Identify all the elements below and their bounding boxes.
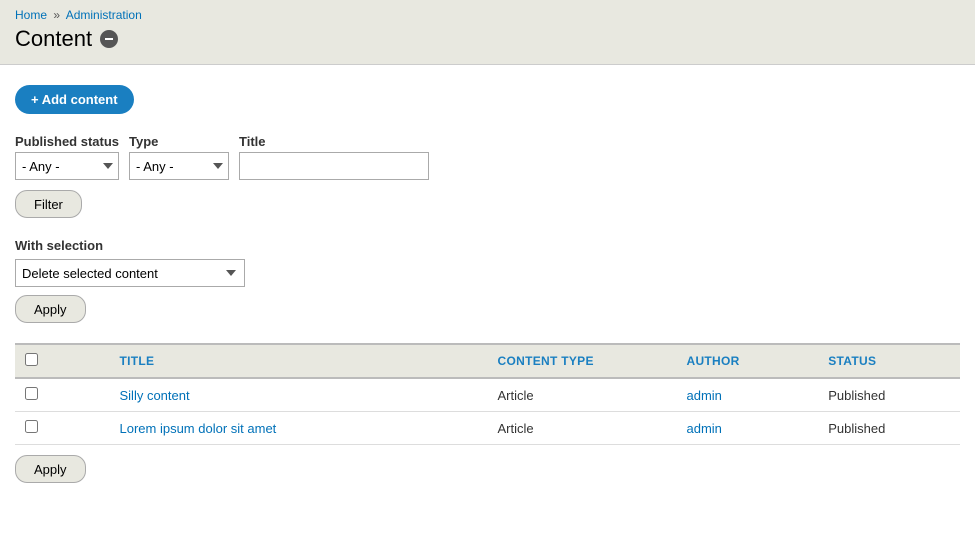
row-checkbox-1[interactable] (25, 420, 38, 433)
row-title-cell: Lorem ipsum dolor sit amet (110, 412, 488, 445)
header-area: Home » Administration Content (0, 0, 975, 65)
header-title-col[interactable]: Title (110, 344, 488, 378)
type-group: Type - Any - Article Page (129, 134, 229, 180)
title-input[interactable] (239, 152, 429, 180)
row-author-cell: admin (677, 378, 819, 412)
breadcrumb-home-link[interactable]: Home (15, 8, 47, 22)
row-author-cell: admin (677, 412, 819, 445)
row-checkbox-0[interactable] (25, 387, 38, 400)
with-selection-label: With selection (15, 238, 960, 253)
breadcrumb-sep: » (53, 8, 60, 22)
header-checkbox[interactable] (25, 353, 38, 366)
table-header-row: Title Content Type Author Status (15, 344, 960, 378)
content-link-1[interactable]: Lorem ipsum dolor sit amet (120, 421, 277, 436)
header-title-label: Title (120, 354, 155, 368)
author-link-1[interactable]: admin (687, 421, 722, 436)
row-type-cell: Article (488, 412, 677, 445)
apply-button-bottom[interactable]: Apply (15, 455, 86, 483)
header-author-col: Author (677, 344, 819, 378)
content-link-0[interactable]: Silly content (120, 388, 190, 403)
row-check-cell (15, 412, 110, 445)
page-title: Content (15, 26, 92, 52)
page-title-container: Content (15, 26, 960, 52)
title-label: Title (239, 134, 429, 149)
table-row: Lorem ipsum dolor sit amet Article admin Pu… (15, 412, 960, 445)
filter-button[interactable]: Filter (15, 190, 82, 218)
author-link-0[interactable]: admin (687, 388, 722, 403)
content-table: Title Content Type Author Status Silly c… (15, 343, 960, 445)
breadcrumb-admin-link[interactable]: Administration (66, 8, 142, 22)
main-content: + Add content Published status - Any - P… (0, 65, 975, 503)
table-row: Silly content Article admin Published (15, 378, 960, 412)
page-title-icon[interactable] (100, 30, 118, 48)
published-status-select[interactable]: - Any - Published Unpublished (15, 152, 119, 180)
header-check-col (15, 344, 110, 378)
published-status-label: Published status (15, 134, 119, 149)
header-author-label: Author (687, 354, 740, 368)
type-label: Type (129, 134, 229, 149)
header-type-col: Content Type (488, 344, 677, 378)
add-content-button[interactable]: + Add content (15, 85, 134, 114)
filters-section: Published status - Any - Published Unpub… (15, 134, 960, 218)
header-status-label: Status (828, 354, 876, 368)
title-group: Title (239, 134, 429, 180)
header-type-label: Content Type (498, 354, 594, 368)
row-type-cell: Article (488, 378, 677, 412)
filter-row: Published status - Any - Published Unpub… (15, 134, 960, 180)
row-check-cell (15, 378, 110, 412)
selection-select[interactable]: Delete selected content (15, 259, 245, 287)
with-selection-section: With selection Delete selected content A… (15, 238, 960, 323)
row-status-cell: Published (818, 412, 960, 445)
type-select[interactable]: - Any - Article Page (129, 152, 229, 180)
header-status-col: Status (818, 344, 960, 378)
published-status-group: Published status - Any - Published Unpub… (15, 134, 119, 180)
row-status-cell: Published (818, 378, 960, 412)
row-title-cell: Silly content (110, 378, 488, 412)
breadcrumb: Home » Administration (15, 8, 960, 22)
apply-button-top[interactable]: Apply (15, 295, 86, 323)
bottom-apply-container: Apply (15, 455, 960, 483)
selection-row: Delete selected content (15, 259, 960, 287)
